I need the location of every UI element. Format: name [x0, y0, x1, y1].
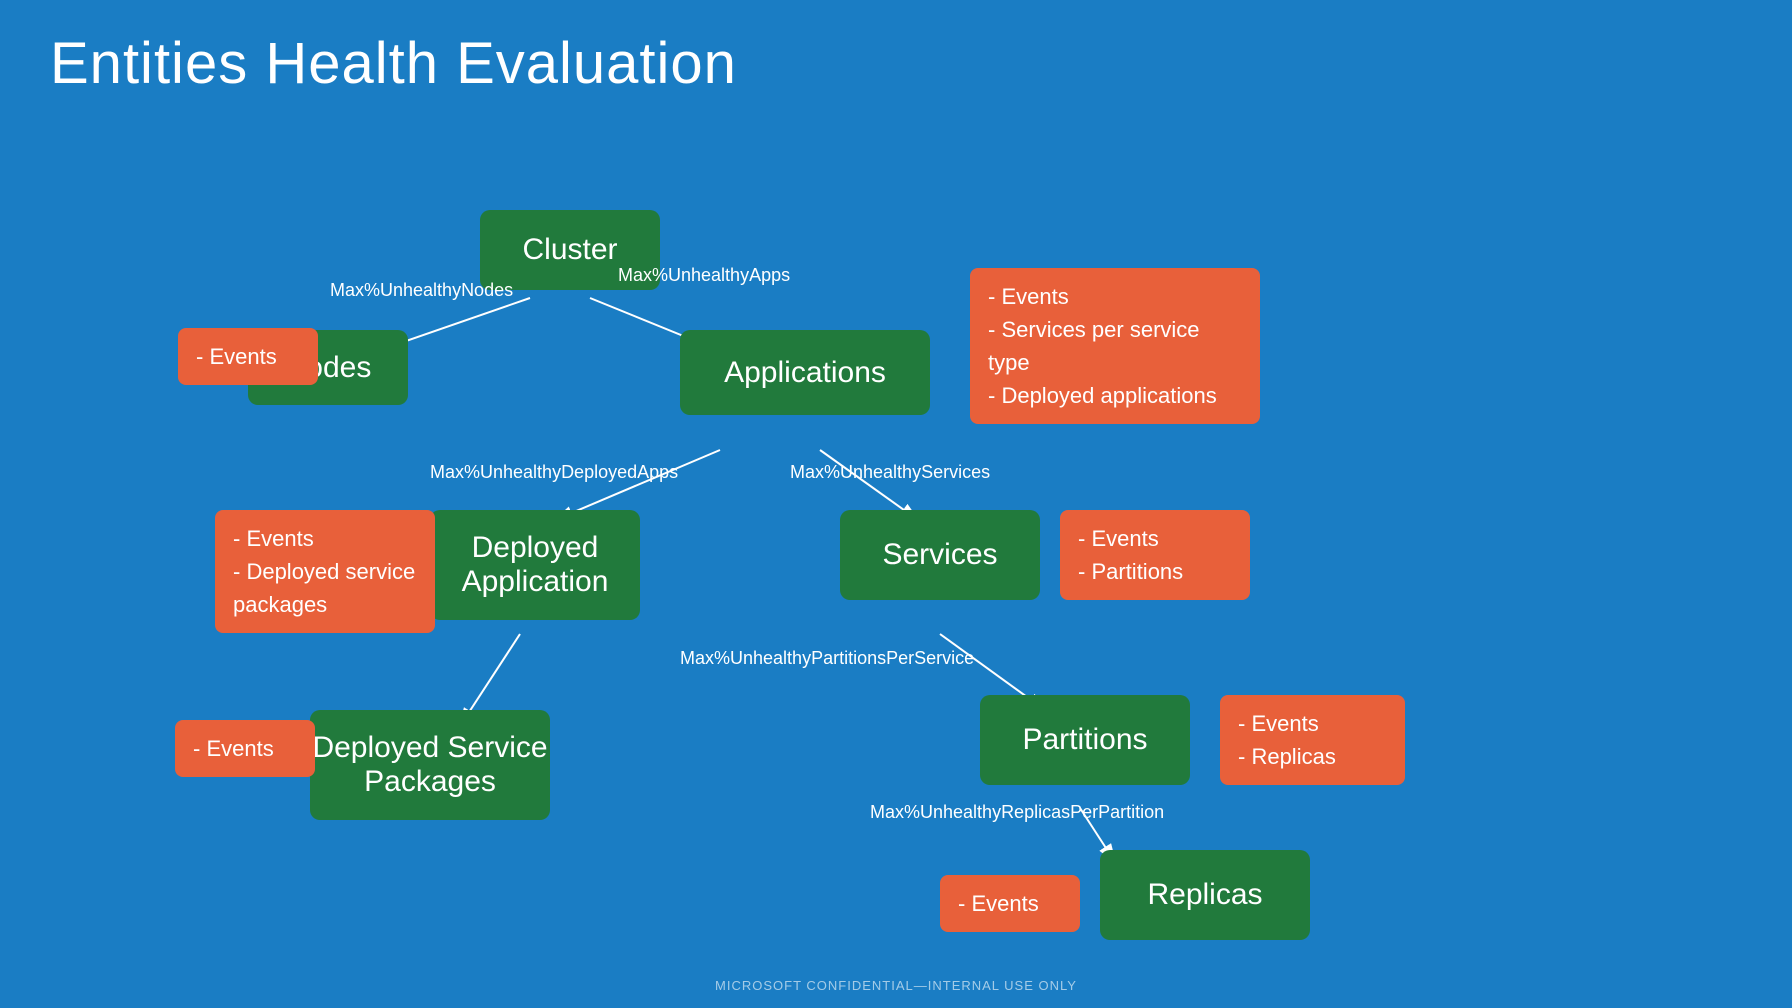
page-title: Entities Health Evaluation — [50, 30, 737, 97]
deployed-app-info-box: Events Deployed service packages — [215, 510, 435, 633]
partitions-info-box: Events Replicas — [1220, 695, 1405, 785]
edge-label-unhealthy-replicas: Max%UnhealthyReplicasPerPartition — [870, 802, 1164, 823]
edge-label-unhealthy-deployed-apps: Max%UnhealthyDeployedApps — [430, 462, 678, 483]
services-node: Services — [840, 510, 1040, 600]
applications-node: Applications — [680, 330, 930, 415]
partitions-node: Partitions — [980, 695, 1190, 785]
edge-label-unhealthy-apps: Max%UnhealthyApps — [618, 265, 790, 286]
edge-label-unhealthy-partitions: Max%UnhealthyPartitionsPerService — [680, 648, 974, 669]
edge-label-unhealthy-nodes: Max%UnhealthyNodes — [330, 280, 513, 301]
deployed-sp-info-box: Events — [175, 720, 315, 777]
deployed-application-node: Deployed Application — [430, 510, 640, 620]
services-info-box: Events Partitions — [1060, 510, 1250, 600]
nodes-info-box: Events — [178, 328, 318, 385]
deployed-service-packages-node: Deployed Service Packages — [310, 710, 550, 820]
replicas-info-box: Events — [940, 875, 1080, 932]
replicas-node: Replicas — [1100, 850, 1310, 940]
edge-label-unhealthy-services: Max%UnhealthyServices — [790, 462, 990, 483]
applications-info-box: Events Services per service type Deploye… — [970, 268, 1260, 424]
footer-text: MICROSOFT CONFIDENTIAL—INTERNAL USE ONLY — [715, 978, 1077, 993]
